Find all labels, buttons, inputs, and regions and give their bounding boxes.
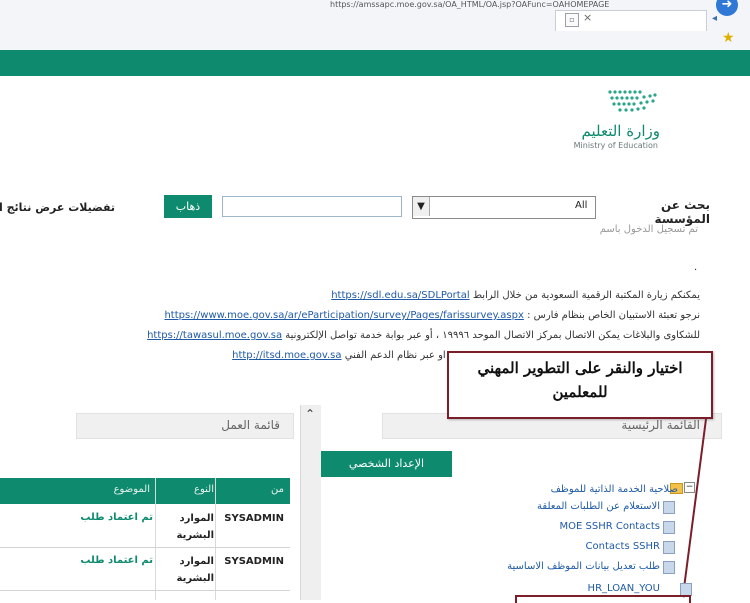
tree-item-contacts-sshr[interactable]: Contacts SSHR — [470, 541, 660, 552]
tree-item-edit-employee-data[interactable]: طلب تعديل بيانات الموظف الاساسية — [470, 561, 660, 572]
highlight-box — [515, 595, 691, 603]
table-cell-from: SYSADMIN — [224, 513, 284, 524]
info-line-support: ٨٨٨ او عبر نظام الدعم الفني http://itsd.… — [175, 350, 465, 361]
collapse-icon[interactable]: − — [684, 482, 695, 493]
page-icon — [663, 561, 675, 574]
column-divider — [215, 478, 216, 600]
table-cell-subject-link[interactable]: تم اعتماد طلب — [0, 512, 153, 523]
info-line-complaints-text: للشكاوى والبلاغات يمكن الاتصال بمركز الا… — [285, 330, 700, 341]
table-cell-from: SYSADMIN — [224, 556, 284, 567]
personal-settings-button[interactable]: الإعداد الشخصي — [321, 451, 452, 477]
new-tab-icon[interactable]: ◂ — [712, 13, 717, 24]
logo-arabic-text: وزارة التعليم — [581, 122, 660, 140]
tab-close-icon[interactable]: × — [583, 11, 592, 24]
go-button[interactable]: ذهاب — [164, 195, 212, 218]
tree-item-hr-loan[interactable]: HR_LOAN_YOU — [470, 583, 660, 594]
column-header-subject[interactable]: الموضوع — [0, 484, 150, 495]
tawasul-link[interactable]: https://tawasul.moe.gov.sa — [147, 330, 282, 341]
page-icon — [663, 501, 675, 514]
tree-item-self-service[interactable]: صلاحية الخدمة الذاتية للموظف — [480, 484, 678, 495]
tree-item-pending-requests[interactable]: الاستعلام عن الطلبات المعلقة — [470, 501, 660, 512]
column-header-type[interactable]: النوع — [156, 484, 214, 495]
institution-search-label: بحث عن المؤسسة — [654, 198, 710, 226]
info-line-survey-text: نرجو تعبئة الاستبيان الخاص بنظام فارس : — [527, 310, 700, 321]
info-line-library: يمكنكم زيارة المكتبة الرقمية السعودية من… — [230, 290, 700, 301]
page-icon — [663, 541, 675, 554]
institution-select-value: All — [575, 200, 588, 211]
main-menu-title: القائمة الرئيسية — [621, 418, 700, 432]
header-band — [0, 50, 750, 76]
table-cell-subject-link[interactable]: تم اعتماد طلب — [0, 555, 153, 566]
info-line-library-text: يمكنكم زيارة المكتبة الرقمية السعودية من… — [472, 290, 700, 301]
sdl-portal-link[interactable]: https://sdl.edu.sa/SDLPortal — [331, 290, 469, 301]
itsd-link[interactable]: http://itsd.moe.gov.sa — [232, 350, 341, 361]
annotation-text: اختيار والنقر على التطوير المهني للمعلمي… — [477, 359, 683, 401]
ministry-logo-icon — [608, 90, 657, 112]
vertical-scrollbar[interactable] — [300, 405, 321, 600]
table-row-divider — [0, 547, 290, 548]
info-line-complaints: للشكاوى والبلاغات يمكن الاتصال بمركز الا… — [70, 330, 700, 341]
table-cell-type: الموارد البشرية — [176, 513, 214, 541]
logo-english-text: Ministry of Education — [573, 141, 658, 150]
info-line-survey: نرجو تعبئة الاستبيان الخاص بنظام فارس : … — [110, 310, 700, 321]
address-bar[interactable]: https://amssapc.moe.gov.sa/OA_HTML/OA.js… — [330, 0, 690, 9]
bullet-dot: . — [694, 262, 698, 273]
tree-item-moe-sshr-contacts[interactable]: MOE SSHR Contacts — [470, 521, 660, 532]
page-icon — [663, 521, 675, 534]
worklist-title: قائمة العمل — [221, 418, 280, 432]
institution-select[interactable] — [412, 196, 596, 219]
chevron-down-icon[interactable]: ▼ — [413, 197, 430, 216]
display-preferences-label: تفضيلات عرض نتائج ا — [0, 201, 115, 214]
table-cell-type: الموارد البشرية — [176, 556, 214, 584]
favorites-star-icon[interactable]: ★ — [722, 30, 735, 46]
search-input[interactable] — [222, 196, 402, 217]
column-header-from[interactable]: من — [220, 484, 284, 495]
page-icon: ▫ — [565, 13, 579, 27]
scroll-up-icon[interactable]: ⌃ — [302, 407, 318, 421]
logged-in-as: تم تسجيل الدخول باسم — [599, 224, 698, 235]
table-row-divider — [0, 590, 290, 591]
faris-survey-link[interactable]: https://www.moe.gov.sa/ar/eParticipation… — [164, 310, 523, 321]
